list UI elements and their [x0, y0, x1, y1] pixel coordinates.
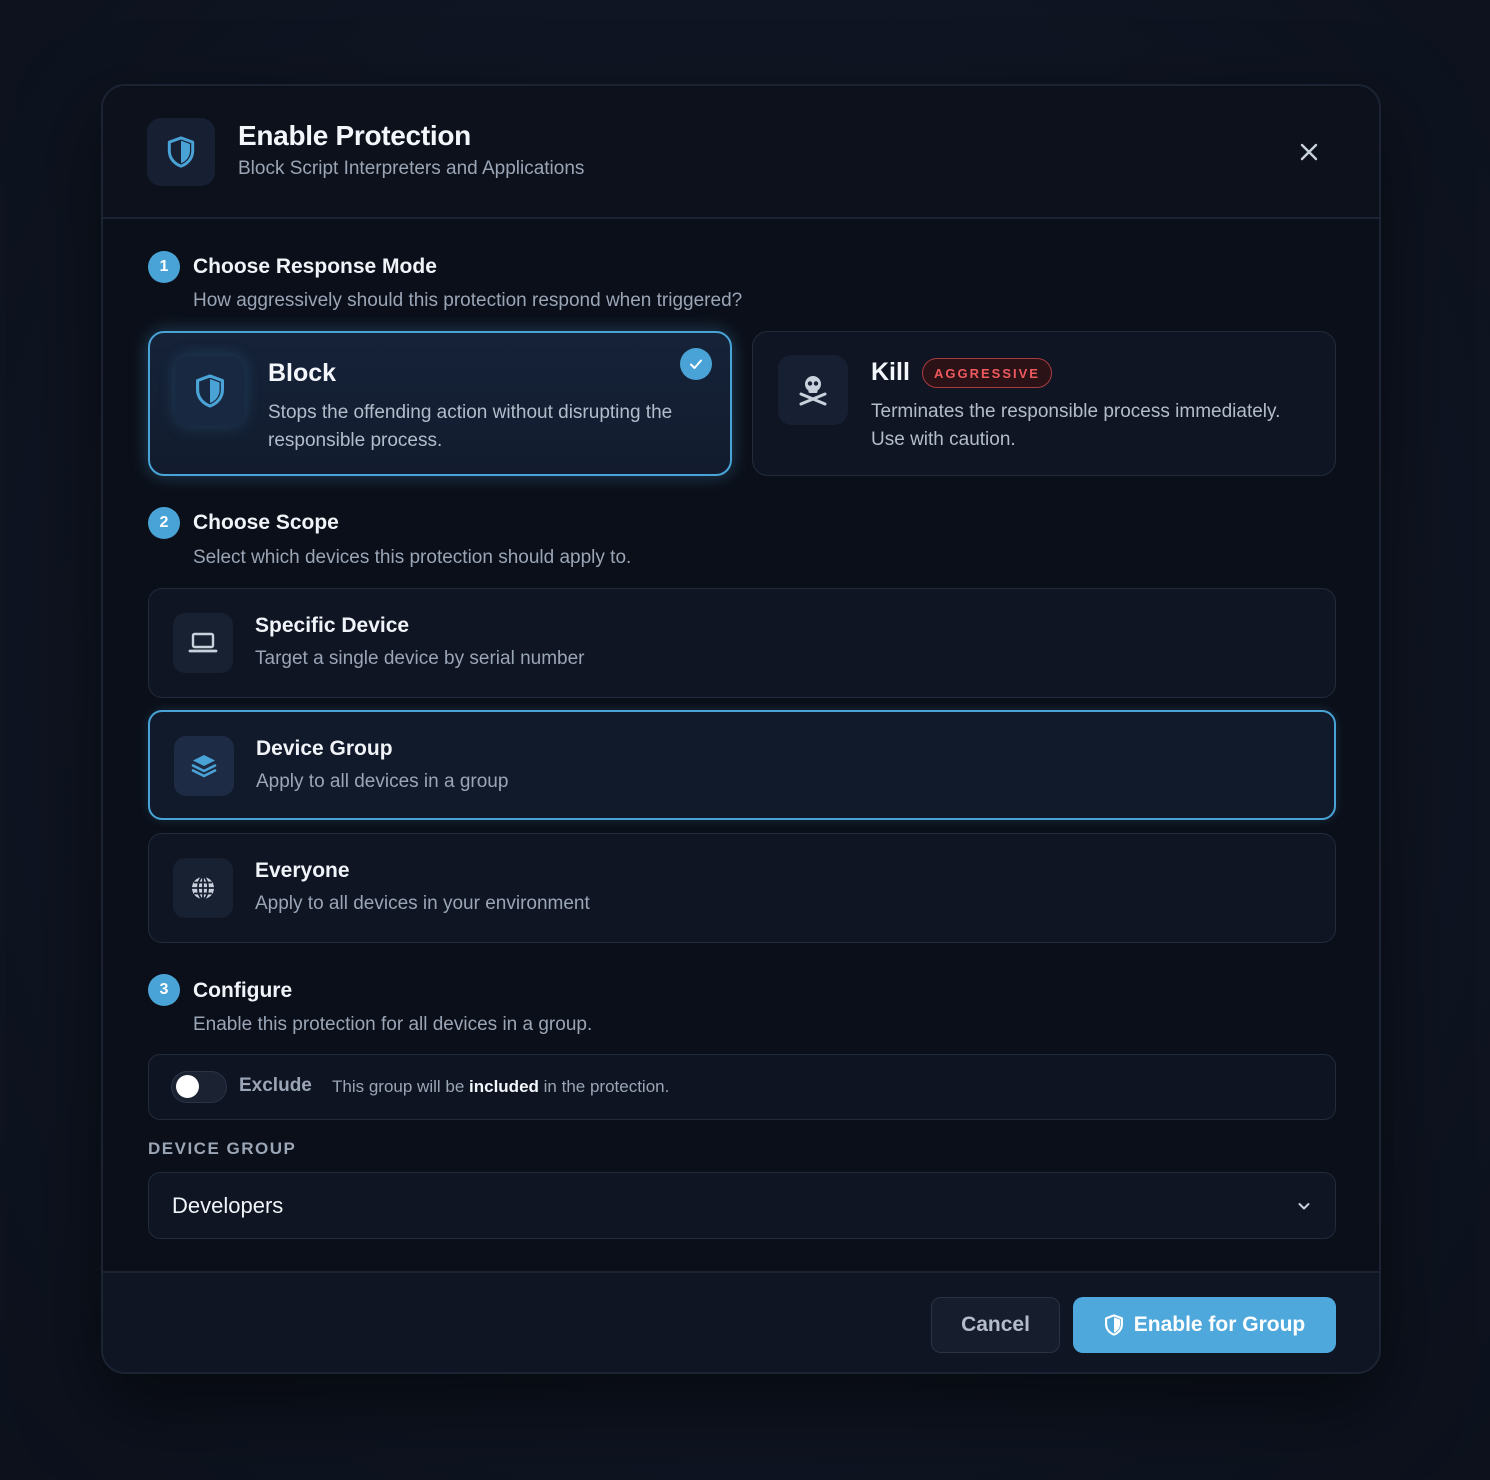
- scope-title-device-group: Device Group: [256, 737, 393, 760]
- scope-card-specific-device[interactable]: Specific Device Target a single device b…: [148, 588, 1336, 698]
- check-icon: [680, 348, 712, 380]
- mode-description-kill: Terminates the responsible process immed…: [871, 401, 1281, 450]
- mode-title-kill: Kill: [871, 358, 910, 386]
- dialog-title: Enable Protection: [238, 120, 471, 151]
- mode-description-block: Stops the offending action without disru…: [268, 402, 673, 451]
- skull-crossbones-icon: [778, 355, 848, 425]
- cancel-button[interactable]: Cancel: [931, 1297, 1060, 1353]
- device-group-select[interactable]: Developers: [148, 1172, 1336, 1239]
- mode-card-kill[interactable]: Kill AGGRESSIVE Terminates the responsib…: [752, 331, 1336, 476]
- scope-description-device-group: Apply to all devices in a group: [256, 771, 509, 792]
- step-number-1: 1: [148, 251, 180, 283]
- device-group-field-label: DEVICE GROUP: [148, 1139, 297, 1158]
- shield-icon: [147, 118, 215, 186]
- mode-card-block[interactable]: Block Stops the offending action without…: [148, 331, 732, 476]
- step-number-2: 2: [148, 507, 180, 539]
- exclude-label: Exclude: [239, 1075, 312, 1096]
- exclude-row: Exclude This group will be included in t…: [148, 1054, 1336, 1120]
- dialog-subtitle: Block Script Interpreters and Applicatio…: [238, 158, 585, 179]
- scope-card-device-group[interactable]: Device Group Apply to all devices in a g…: [148, 710, 1336, 820]
- step-description-configure: Enable this protection for all devices i…: [193, 1014, 593, 1035]
- globe-icon: [173, 858, 233, 918]
- mode-title-block: Block: [268, 359, 337, 387]
- exclude-status-text: This group will be included in the prote…: [332, 1077, 670, 1096]
- scope-title-specific-device: Specific Device: [255, 614, 410, 637]
- step-title-scope: Choose Scope: [193, 511, 339, 534]
- enable-for-group-button[interactable]: Enable for Group: [1073, 1297, 1336, 1353]
- enable-button-label: Enable for Group: [1133, 1313, 1306, 1336]
- laptop-icon: [173, 613, 233, 673]
- step-number-3: 3: [148, 974, 180, 1006]
- dialog-header: Enable Protection Block Script Interpret…: [103, 86, 1379, 219]
- step-description-scope: Select which devices this protection sho…: [193, 547, 632, 568]
- step-description-response-mode: How aggressively should this protection …: [193, 290, 743, 311]
- layers-icon: [174, 736, 234, 796]
- close-icon[interactable]: [1295, 138, 1323, 166]
- scope-title-everyone: Everyone: [255, 859, 350, 882]
- chevron-down-icon: [1295, 1197, 1313, 1215]
- toggle-knob: [176, 1075, 199, 1098]
- enable-protection-dialog: Enable Protection Block Script Interpret…: [101, 84, 1381, 1374]
- aggressive-badge: AGGRESSIVE: [922, 358, 1052, 388]
- exclude-toggle[interactable]: [171, 1071, 227, 1103]
- device-group-selected-value: Developers: [172, 1193, 284, 1218]
- scope-description-everyone: Apply to all devices in your environment: [255, 893, 590, 914]
- scope-card-everyone[interactable]: Everyone Apply to all devices in your en…: [148, 833, 1336, 943]
- shield-icon: [1104, 1314, 1124, 1336]
- step-title-response-mode: Choose Response Mode: [193, 255, 437, 278]
- dialog-footer: Cancel Enable for Group: [103, 1271, 1379, 1372]
- step-title-configure: Configure: [193, 979, 293, 1002]
- scope-description-specific-device: Target a single device by serial number: [255, 648, 585, 669]
- shield-icon: [175, 356, 245, 426]
